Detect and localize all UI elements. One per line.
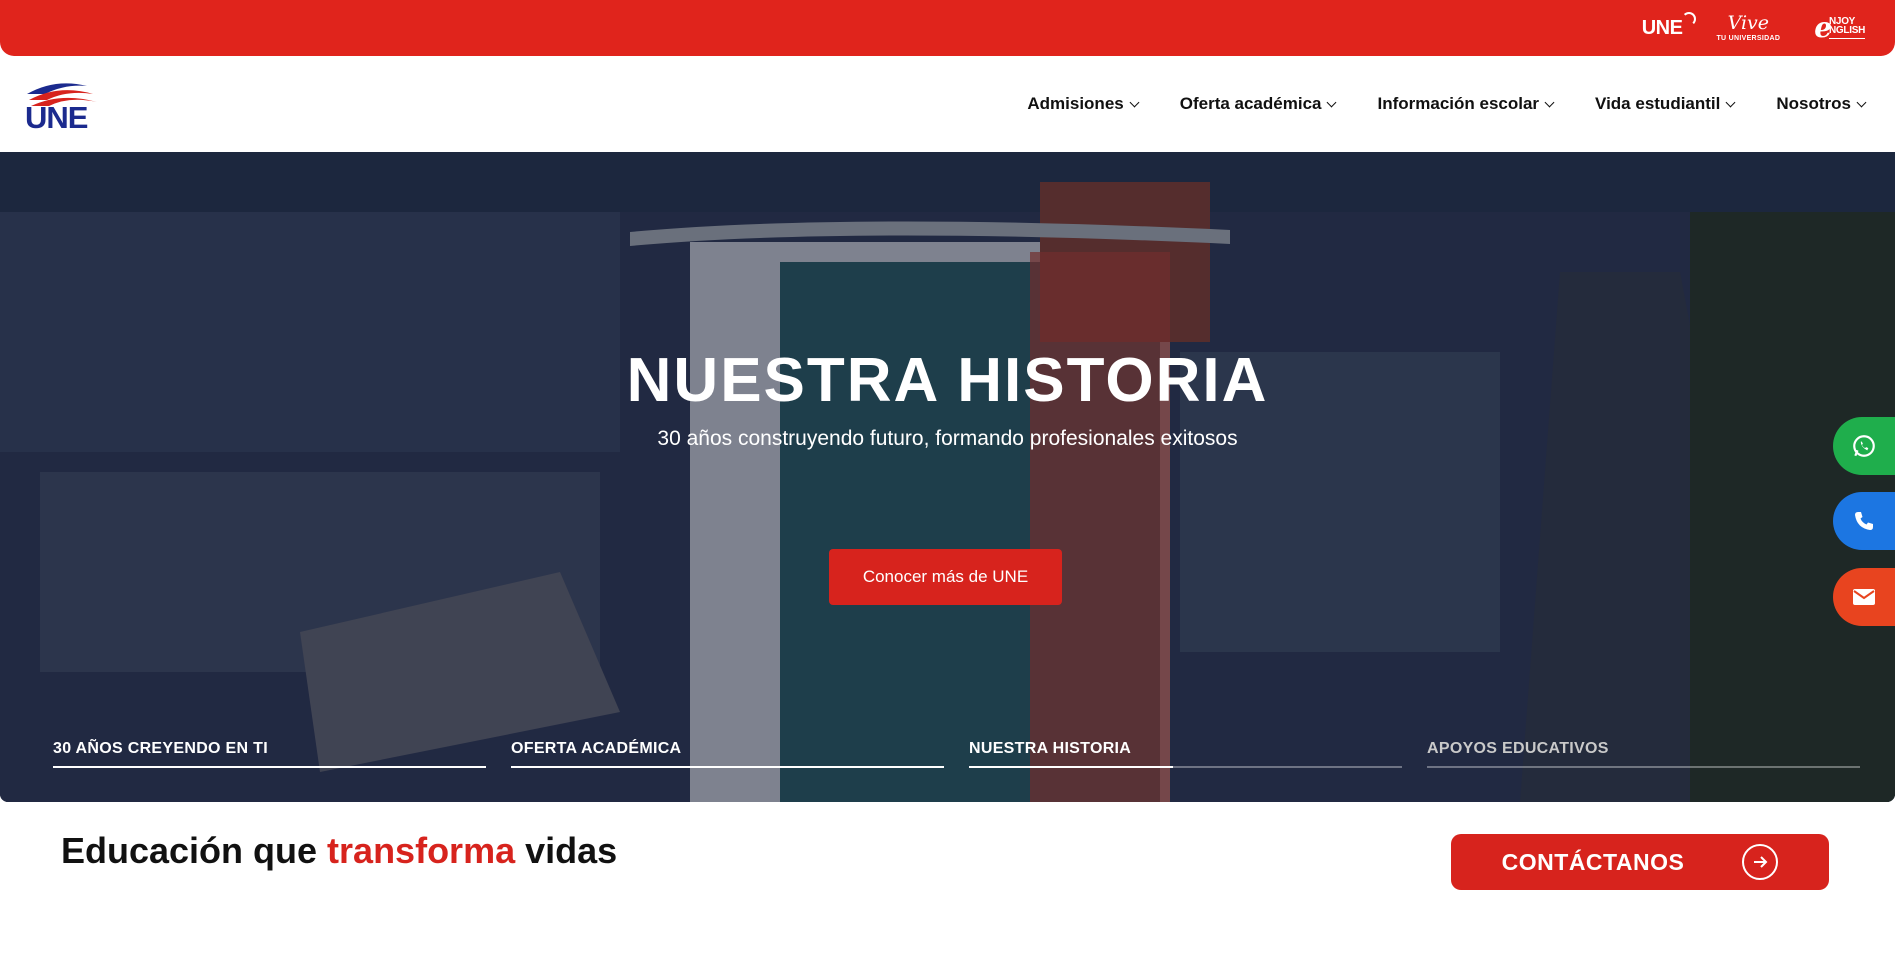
nav-nosotros[interactable]: Nosotros [1776,94,1867,114]
slide-progress-track [53,766,486,768]
nav-oferta-academica[interactable]: Oferta académica [1179,94,1337,114]
hero-slider: NUESTRA HISTORIA 30 años construyendo fu… [0,152,1895,802]
une-small-logo-text: UNE [1641,17,1683,39]
hero-title: NUESTRA HISTORIA [626,346,1269,415]
slide-progress-track [969,766,1402,768]
nav-admisiones[interactable]: Admisiones [1027,94,1140,114]
vive-script-text: Vive [1727,12,1770,34]
nav-vida-estudiantil[interactable]: Vida estudiantil [1595,94,1736,114]
tagline-accent: transforma [327,830,516,871]
tagline-pre: Educación que [61,830,328,871]
brand-logos: UNE Vive TU UNIVERSIDAD e NJOY NGLISH [1642,8,1865,48]
slide-tab-label: 30 AÑOS CREYENDO EN TI [53,740,268,757]
slide-tab-label: OFERTA ACADÉMICA [511,740,682,757]
vive-caps-text: TU UNIVERSIDAD [1716,35,1781,42]
chevron-down-icon [1856,97,1867,107]
chevron-down-icon [1725,97,1736,107]
phone-button[interactable] [1833,492,1895,550]
slide-tab-oferta-academica[interactable]: OFERTA ACADÉMICA [511,740,944,768]
signal-icon [1682,12,1697,26]
nav-label: Vida estudiantil [1595,94,1721,113]
nav-label: Oferta académica [1179,94,1322,113]
chevron-down-icon [1544,97,1555,107]
slide-progress-track [1427,766,1860,768]
slide-tab-30-anos[interactable]: 30 AÑOS CREYENDO EN TI [53,740,486,768]
hero-subtitle: 30 años construyendo futuro, formando pr… [657,427,1238,450]
mail-button[interactable] [1833,568,1895,626]
slide-progress-fill [53,766,486,768]
vive-tu-universidad-logo[interactable]: Vive TU UNIVERSIDAD [1716,12,1781,43]
une-main-logo[interactable]: UNE [25,80,101,135]
enjoy-line2: NGLISH [1829,25,1865,36]
whatsapp-button[interactable] [1833,417,1895,475]
slide-progress-fill [969,766,1173,768]
slide-progress-fill [511,766,944,768]
arrow-right-icon [1742,844,1779,880]
enjoy-underline [1829,37,1865,40]
top-brand-bar: UNE Vive TU UNIVERSIDAD e NJOY NGLISH [0,0,1895,56]
slide-progress-track [511,766,944,768]
nav-label: Información escolar [1377,94,1540,113]
nav-label: Admisiones [1027,94,1124,113]
une-en-linea-logo[interactable]: UNE [1641,12,1697,39]
slider-tabs: 30 AÑOS CREYENDO EN TI OFERTA ACADÉMICA … [53,740,1863,768]
site-header: UNE Admisiones Oferta académica Informac… [0,56,1895,152]
contactanos-button[interactable]: CONTÁCTANOS [1451,834,1829,890]
contactanos-label: CONTÁCTANOS [1501,848,1685,875]
slide-tab-nuestra-historia[interactable]: NUESTRA HISTORIA [969,740,1402,768]
chevron-down-icon [1327,97,1337,107]
slide-tab-apoyos-educativos[interactable]: APOYOS EDUCATIVOS [1427,740,1860,768]
hero-overlay [0,152,1895,802]
mail-icon [1853,589,1875,605]
enjoy-english-logo[interactable]: e NJOY NGLISH [1814,14,1865,42]
tagline: Educación que transforma vidas [61,830,617,872]
slide-tab-label: NUESTRA HISTORIA [969,740,1132,757]
phone-icon [1855,512,1873,530]
chevron-down-icon [1129,97,1140,107]
nav-informacion-escolar[interactable]: Información escolar [1377,94,1555,114]
main-nav: Admisiones Oferta académica Información … [1027,94,1867,114]
une-logo-text: UNE [25,100,88,135]
tagline-post: vidas [515,830,618,871]
conocer-mas-button[interactable]: Conocer más de UNE [829,549,1062,605]
whatsapp-icon [1853,435,1875,457]
slide-tab-label: APOYOS EDUCATIVOS [1427,740,1609,757]
nav-label: Nosotros [1776,94,1851,113]
